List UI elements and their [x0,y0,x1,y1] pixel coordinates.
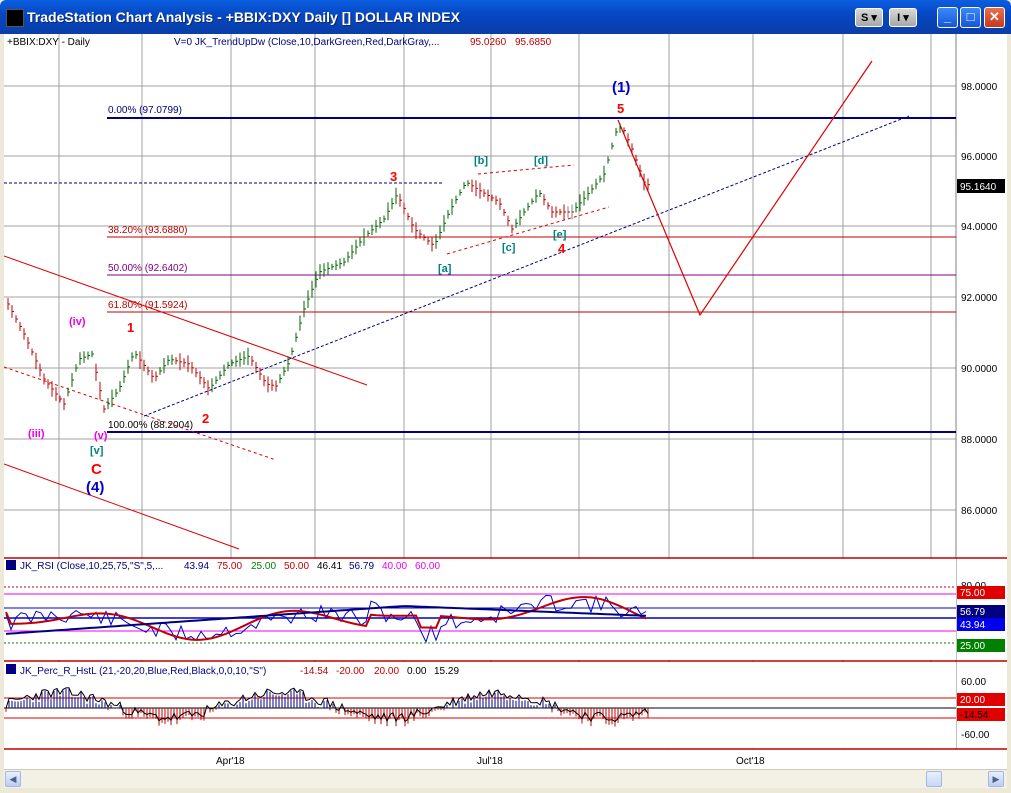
wave-4-blue: (4) [86,479,104,496]
svg-text:96.0000: 96.0000 [961,152,998,163]
scroll-right-icon[interactable]: ▶ [988,771,1004,787]
maximize-button[interactable]: □ [960,7,981,28]
svg-text:75.00: 75.00 [960,588,985,599]
i-menu-button[interactable]: I ▾ [889,8,917,27]
wave-2: 2 [202,411,209,426]
indicator-label: V=0 JK_TrendUpDw (Close,10,DarkGreen,Red… [174,37,439,48]
wave-iii: (iii) [28,428,45,440]
svg-text:0.00: 0.00 [407,666,427,677]
app-window: TradeStation Chart Analysis - +BBIX:DXY … [0,0,1011,793]
wave-iv: (iv) [69,316,86,328]
svg-text:56.79: 56.79 [960,607,985,618]
svg-text:Oct'18: Oct'18 [736,756,765,767]
percr-axis-60: 60.00 [961,677,986,688]
wave-C: C [91,461,102,478]
wave-1-blue: (1) [612,79,630,96]
indicator-value-2: 95.6850 [515,37,552,48]
fib-618-label: 61.80% (91.5924) [108,300,188,311]
percr-header: JK_Perc_R_HstL (21,-20,20,Blue,Red,Black… [20,666,459,677]
svg-text:-14.54: -14.54 [960,710,989,721]
svg-text:86.0000: 86.0000 [961,506,998,517]
app-icon [6,9,24,27]
percr-panel-icon [6,664,16,674]
svg-text:98.0000: 98.0000 [961,82,998,93]
wave-3: 3 [390,169,397,184]
rsi-panel [4,559,956,660]
horizontal-scrollbar[interactable]: ◀ ▶ [4,769,1007,788]
wave-5: 5 [617,101,624,116]
svg-text:90.0000: 90.0000 [961,364,998,375]
minimize-button[interactable]: _ [937,7,958,28]
wave-4: 4 [558,241,566,256]
close-button[interactable]: ✕ [984,7,1005,28]
fib-0-label: 0.00% (97.0799) [108,105,182,116]
svg-text:56.79: 56.79 [349,561,374,572]
wave-e: [e] [553,229,567,241]
svg-text:40.00: 40.00 [382,561,407,572]
svg-text:25.00: 25.00 [251,561,276,572]
svg-text:Jul'18: Jul'18 [477,756,503,767]
svg-text:75.00: 75.00 [217,561,242,572]
percr-axis-m60: -60.00 [961,730,990,741]
svg-text:Apr'18: Apr'18 [216,756,245,767]
svg-text:JK_Perc_R_HstL (21,-20,20,Blue: JK_Perc_R_HstL (21,-20,20,Blue,Red,Black… [20,666,266,677]
rsi-panel-icon [6,560,16,570]
svg-text:88.0000: 88.0000 [961,435,998,446]
wave-v-pink: (v) [94,430,108,442]
svg-text:JK_RSI (Close,10,25,75,"S",5,.: JK_RSI (Close,10,25,75,"S",5,... [20,561,163,572]
scroll-thumb[interactable] [926,771,942,787]
fib-50-label: 50.00% (92.6402) [108,263,188,274]
wave-d: [d] [534,155,548,167]
svg-text:20.00: 20.00 [960,695,985,706]
wave-1: 1 [127,320,134,335]
svg-text:92.0000: 92.0000 [961,293,998,304]
chart-svg[interactable]: 0.00% (97.0799) 38.20% (93.6880) 50.00% … [3,34,1007,769]
scroll-left-icon[interactable]: ◀ [5,771,21,787]
svg-text:-14.54: -14.54 [300,666,329,677]
fib-382-label: 38.20% (93.6880) [108,225,188,236]
svg-text:15.29: 15.29 [434,666,459,677]
svg-text:43.94: 43.94 [184,561,209,572]
wave-a: [a] [438,263,452,275]
time-axis: Apr'18 Jul'18 Oct'18 [216,756,765,767]
wave-c: [c] [502,242,516,254]
chart-area[interactable]: 0.00% (97.0799) 38.20% (93.6880) 50.00% … [3,34,1007,769]
svg-text:46.41: 46.41 [317,561,342,572]
svg-text:-20.00: -20.00 [336,666,365,677]
window-title: TradeStation Chart Analysis - +BBIX:DXY … [27,9,460,25]
wave-v-box: [v] [90,445,104,457]
svg-text:25.00: 25.00 [960,641,985,652]
s-menu-button[interactable]: S ▾ [855,8,883,27]
svg-text:50.00: 50.00 [284,561,309,572]
svg-text:43.94: 43.94 [960,620,985,631]
svg-text:94.0000: 94.0000 [961,222,998,233]
symbol-label: +BBIX:DXY - Daily [7,37,90,48]
title-bar[interactable]: TradeStation Chart Analysis - +BBIX:DXY … [0,0,1011,34]
svg-text:60.00: 60.00 [415,561,440,572]
fib-100-label: 100.00% (88.2004) [108,420,193,431]
indicator-value-1: 95.0260 [470,37,507,48]
wave-b: [b] [474,155,488,167]
price-axis: 98.0000 96.0000 94.0000 92.0000 90.0000 … [961,82,998,517]
svg-text:20.00: 20.00 [374,666,399,677]
last-price-text: 95.1640 [960,182,997,193]
